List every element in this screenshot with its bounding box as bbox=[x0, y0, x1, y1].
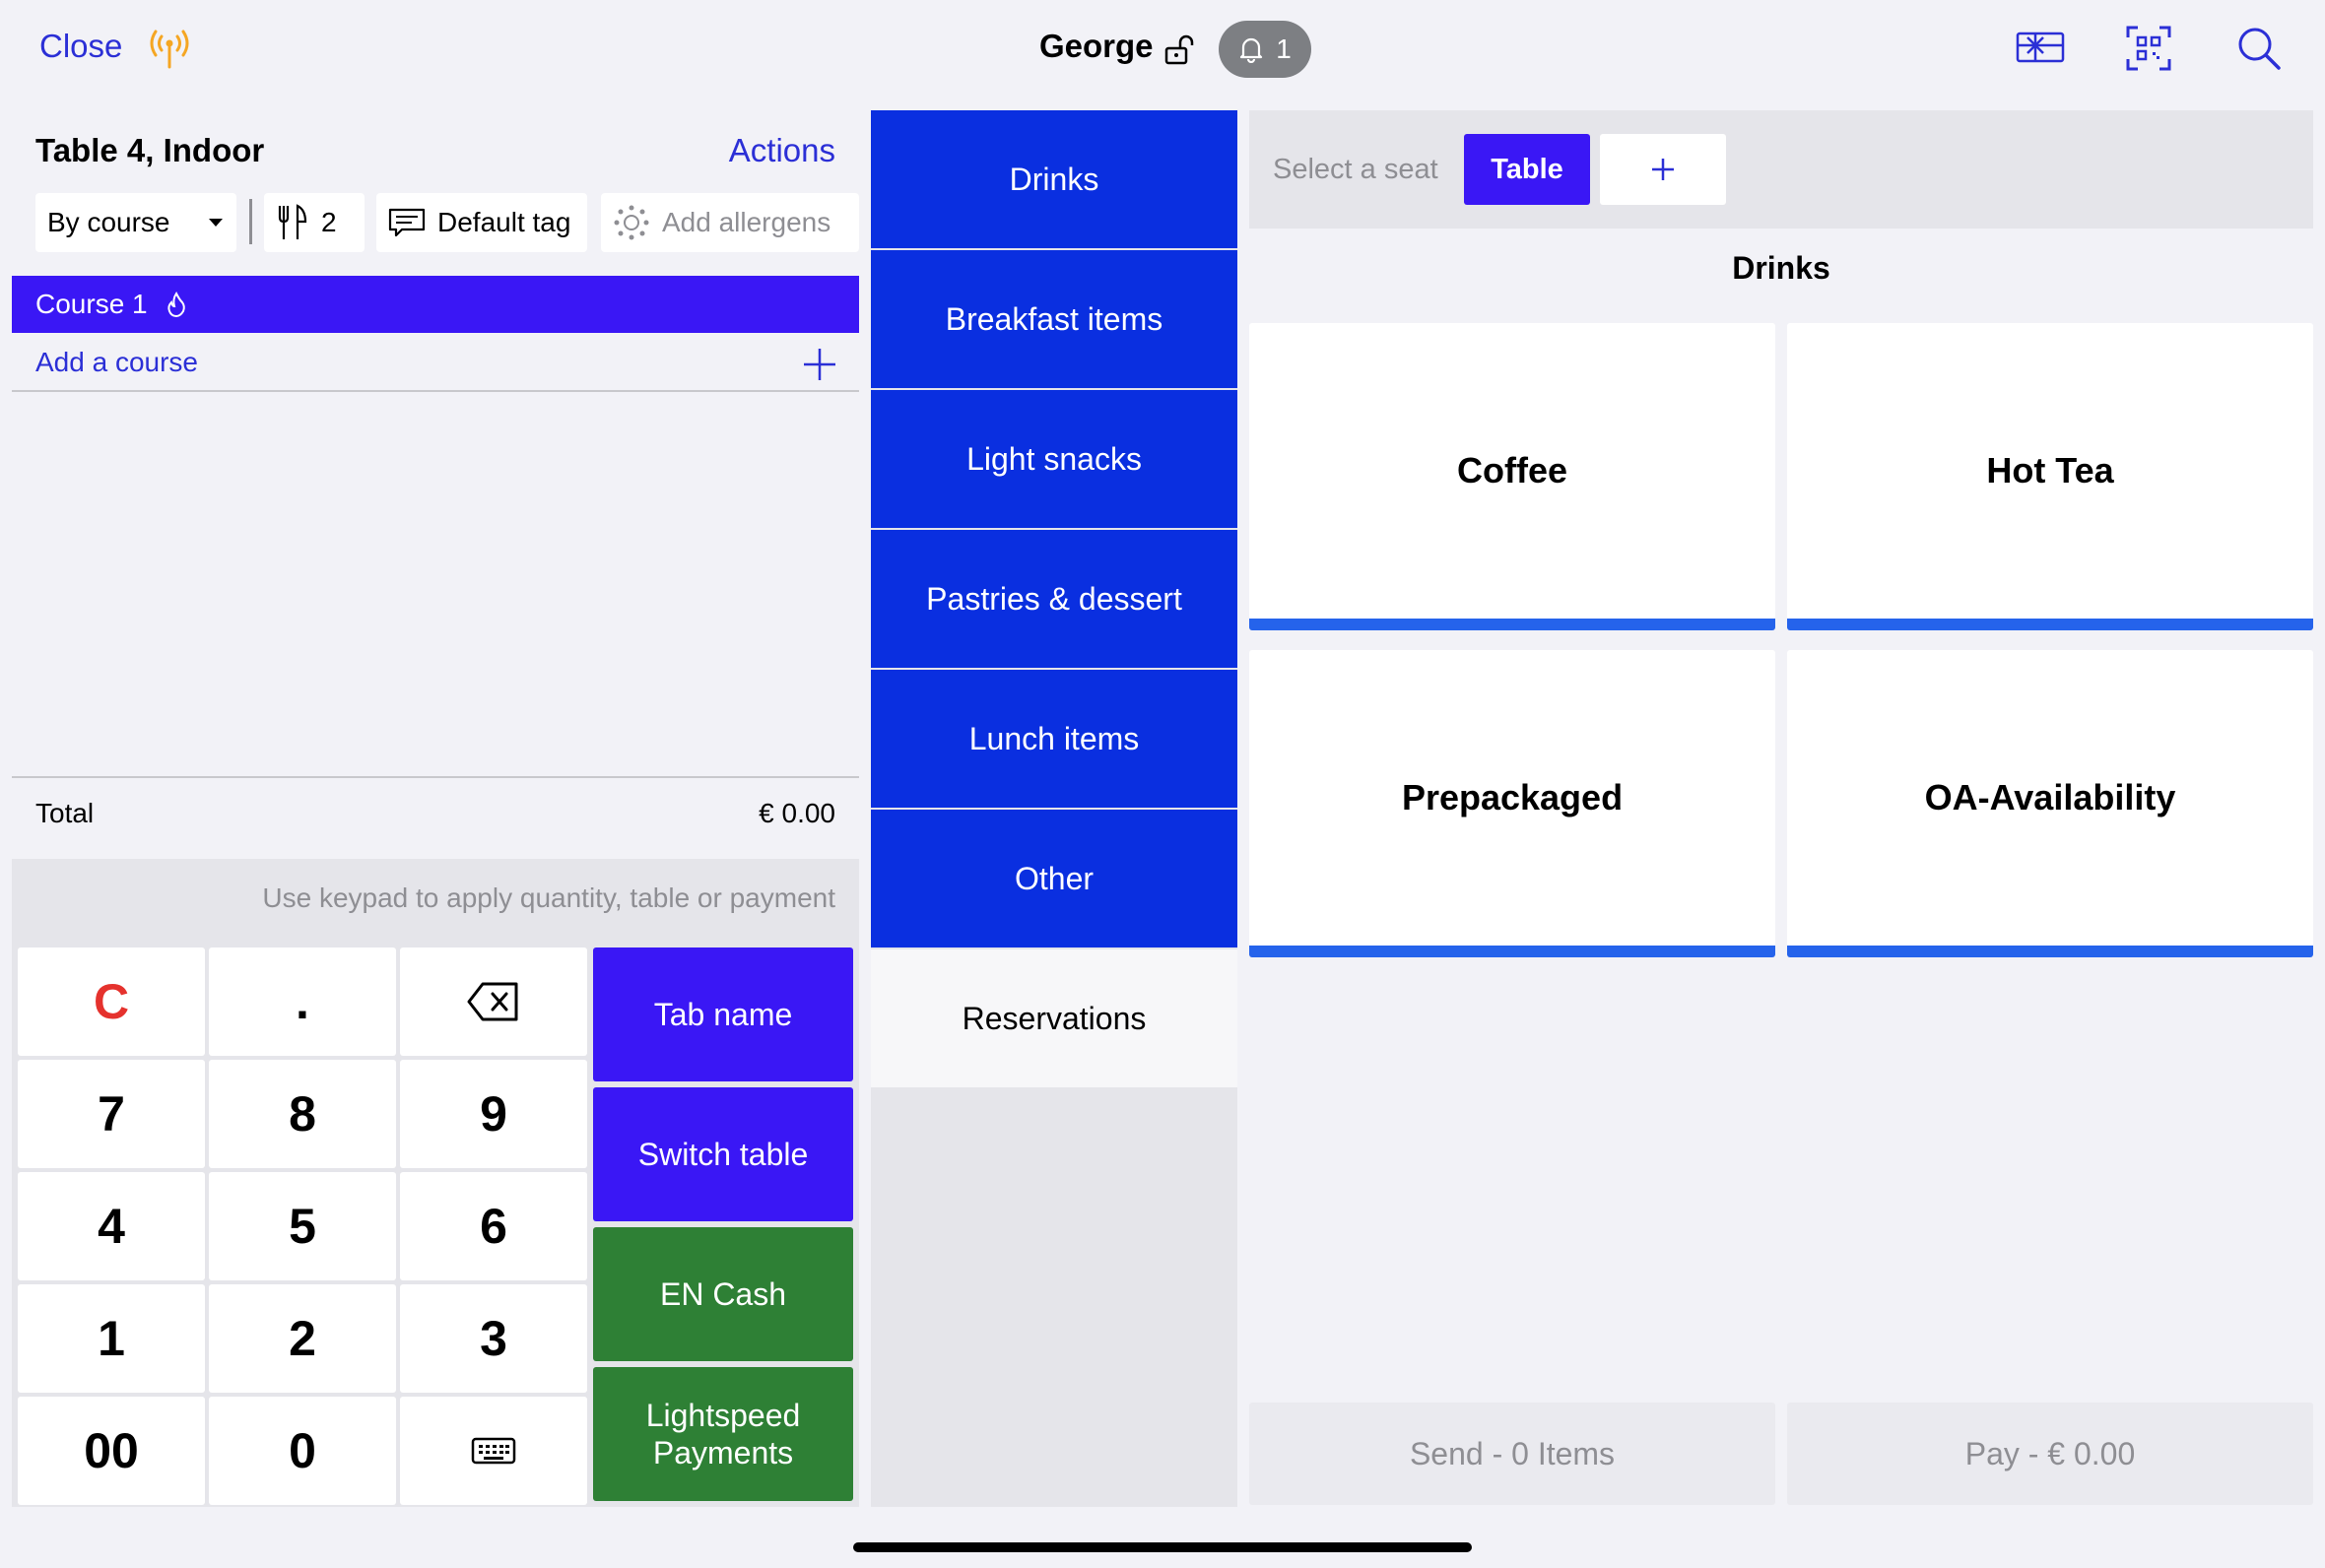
allergens-label: Add allergens bbox=[662, 207, 831, 237]
caret-down-icon bbox=[207, 217, 225, 229]
cutlery-icon bbox=[276, 204, 309, 241]
cash-payment-button[interactable]: EN Cash bbox=[593, 1227, 853, 1361]
keypad: Use keypad to apply quantity, table or p… bbox=[12, 859, 859, 1507]
key-5[interactable]: 5 bbox=[209, 1172, 396, 1280]
keypad-hint: Use keypad to apply quantity, table or p… bbox=[262, 882, 835, 913]
key-7[interactable]: 7 bbox=[18, 1060, 205, 1168]
course-mode-select[interactable]: By course bbox=[35, 193, 236, 252]
key-6[interactable]: 6 bbox=[400, 1172, 587, 1280]
send-button[interactable]: Send - 0 Items bbox=[1249, 1403, 1775, 1505]
keyboard-key[interactable] bbox=[400, 1397, 587, 1505]
category-other[interactable]: Other bbox=[871, 810, 1237, 947]
plus-icon bbox=[802, 347, 837, 382]
product-coffee[interactable]: Coffee bbox=[1249, 323, 1775, 630]
clear-key[interactable]: C bbox=[18, 947, 205, 1056]
antenna-icon bbox=[146, 26, 193, 69]
category-reservations[interactable]: Reservations bbox=[871, 949, 1237, 1087]
table-title: Table 4, Indoor bbox=[35, 132, 265, 168]
product-prepackaged[interactable]: Prepackaged bbox=[1249, 650, 1775, 957]
plus-icon bbox=[1650, 157, 1676, 182]
lightspeed-payments-button[interactable]: Lightspeed Payments bbox=[593, 1367, 853, 1501]
pay-button[interactable]: Pay - € 0.00 bbox=[1787, 1403, 2313, 1505]
product-section-title: Drinks bbox=[1732, 250, 1830, 286]
seat-selector: Select a seat Table bbox=[1249, 110, 2313, 229]
category-light-snacks[interactable]: Light snacks bbox=[871, 390, 1237, 528]
product-oa-availability[interactable]: OA-Availability bbox=[1787, 650, 2313, 957]
close-button[interactable]: Close bbox=[39, 28, 122, 65]
key-1[interactable]: 1 bbox=[18, 1284, 205, 1393]
unlock-icon[interactable] bbox=[1162, 33, 1196, 67]
qr-scan-icon[interactable] bbox=[2126, 26, 2171, 71]
allergens-button[interactable]: Add allergens bbox=[601, 193, 859, 252]
allergen-icon bbox=[613, 204, 650, 241]
backspace-icon bbox=[467, 982, 520, 1021]
category-drinks[interactable]: Drinks bbox=[871, 110, 1237, 248]
tag-icon bbox=[388, 208, 426, 237]
key-0[interactable]: 0 bbox=[209, 1397, 396, 1505]
key-00[interactable]: 00 bbox=[18, 1397, 205, 1505]
switch-table-button[interactable]: Switch table bbox=[593, 1087, 853, 1221]
key-9[interactable]: 9 bbox=[400, 1060, 587, 1168]
bell-icon bbox=[1238, 35, 1264, 63]
gift-card-icon[interactable] bbox=[2016, 26, 2065, 69]
category-pastries-dessert[interactable]: Pastries & dessert bbox=[871, 530, 1237, 668]
notifications-badge[interactable]: 1 bbox=[1219, 21, 1311, 78]
total-value: € 0.00 bbox=[759, 798, 835, 828]
tag-button[interactable]: Default tag bbox=[376, 193, 587, 252]
fire-icon[interactable] bbox=[166, 292, 187, 317]
add-course-row[interactable]: Add a course bbox=[12, 335, 859, 392]
category-breakfast-items[interactable]: Breakfast items bbox=[871, 250, 1237, 388]
course-mode-value: By course bbox=[47, 207, 170, 237]
actions-button[interactable]: Actions bbox=[729, 132, 835, 169]
key-2[interactable]: 2 bbox=[209, 1284, 396, 1393]
product-hot-tea[interactable]: Hot Tea bbox=[1787, 323, 2313, 630]
notification-count: 1 bbox=[1276, 33, 1292, 64]
category-lunch-items[interactable]: Lunch items bbox=[871, 670, 1237, 808]
add-course-label: Add a course bbox=[35, 347, 198, 377]
tab-name-button[interactable]: Tab name bbox=[593, 947, 853, 1081]
key-8[interactable]: 8 bbox=[209, 1060, 396, 1168]
course-row[interactable]: Course 1 bbox=[12, 276, 859, 333]
course-label: Course 1 bbox=[35, 289, 148, 319]
key-3[interactable]: 3 bbox=[400, 1284, 587, 1393]
home-indicator[interactable] bbox=[853, 1542, 1472, 1552]
divider bbox=[249, 199, 252, 244]
seat-table-button[interactable]: Table bbox=[1464, 134, 1590, 205]
decimal-key[interactable]: . bbox=[209, 947, 396, 1056]
backspace-key[interactable] bbox=[400, 947, 587, 1056]
select-seat-label: Select a seat bbox=[1273, 154, 1438, 185]
guest-count-button[interactable]: 2 bbox=[264, 193, 365, 252]
top-bar: Close George 1 bbox=[0, 0, 2325, 98]
add-seat-button[interactable] bbox=[1600, 134, 1726, 205]
total-label: Total bbox=[35, 798, 95, 828]
key-4[interactable]: 4 bbox=[18, 1172, 205, 1280]
keyboard-icon bbox=[471, 1437, 516, 1465]
search-icon[interactable] bbox=[2236, 26, 2282, 71]
guest-count: 2 bbox=[321, 207, 337, 237]
divider bbox=[12, 776, 859, 778]
category-list: Drinks Breakfast items Light snacks Past… bbox=[871, 110, 1237, 1507]
tag-label: Default tag bbox=[437, 207, 571, 237]
user-name[interactable]: George bbox=[1039, 28, 1154, 65]
